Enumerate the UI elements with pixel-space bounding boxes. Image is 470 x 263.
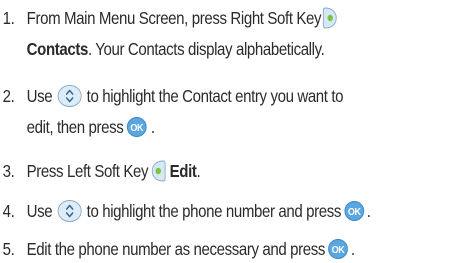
- step-1-line-2: Contacts . Your Contacts display alphabe…: [0, 35, 325, 63]
- step-text: edit, then press: [26, 116, 124, 137]
- ok-icon-label: OK: [332, 244, 345, 256]
- ok-key-icon: OK: [344, 200, 365, 222]
- step-1-line-1: 1. From Main Menu Screen, press Right So…: [0, 4, 339, 32]
- step-text: to highlight the Contact entry you want …: [86, 85, 344, 106]
- edit-label: Edit: [169, 160, 197, 181]
- step-number: 1.: [2, 7, 15, 28]
- step-text: .: [196, 160, 201, 181]
- step-text: Press Left Soft Key: [26, 160, 149, 181]
- step-2-line-2: edit, then press OK .: [0, 113, 155, 141]
- step-text: to highlight the phone number and press: [86, 200, 342, 221]
- step-number: 3.: [2, 160, 15, 181]
- navigation-key-icon: [57, 199, 83, 223]
- step-text: Edit the phone number as necessary and p…: [26, 238, 326, 259]
- ok-key-icon: OK: [328, 238, 349, 260]
- ok-icon-label: OK: [131, 122, 144, 134]
- step-3-line-1: 3. Press Left Soft Key Edit .: [0, 157, 201, 185]
- step-number: 4.: [2, 200, 15, 221]
- step-number: 5.: [2, 238, 15, 259]
- right-soft-key-icon: [323, 7, 338, 29]
- step-2-line-1: 2. Use to highlight the Contact entry yo…: [0, 82, 344, 110]
- step-text: .: [350, 238, 355, 259]
- navigation-key-icon: [57, 84, 83, 108]
- ok-icon-label: OK: [348, 206, 361, 218]
- instruction-steps: 1. From Main Menu Screen, press Right So…: [0, 0, 470, 263]
- step-text: From Main Menu Screen, press Right Soft …: [26, 7, 322, 28]
- contacts-label: Contacts: [26, 38, 89, 59]
- step-text: Use: [26, 200, 53, 221]
- step-4-line-1: 4. Use to highlight the phone number and…: [0, 197, 371, 225]
- step-number: 2.: [2, 85, 15, 106]
- step-text: .: [150, 116, 155, 137]
- step-5-line-1: 5. Edit the phone number as necessary an…: [0, 235, 355, 263]
- step-text: .: [366, 200, 371, 221]
- step-text: . Your Contacts display alphabetically.: [87, 38, 325, 59]
- left-soft-key-icon: [152, 160, 167, 182]
- ok-key-icon: OK: [127, 116, 148, 138]
- step-text: Use: [26, 85, 53, 106]
